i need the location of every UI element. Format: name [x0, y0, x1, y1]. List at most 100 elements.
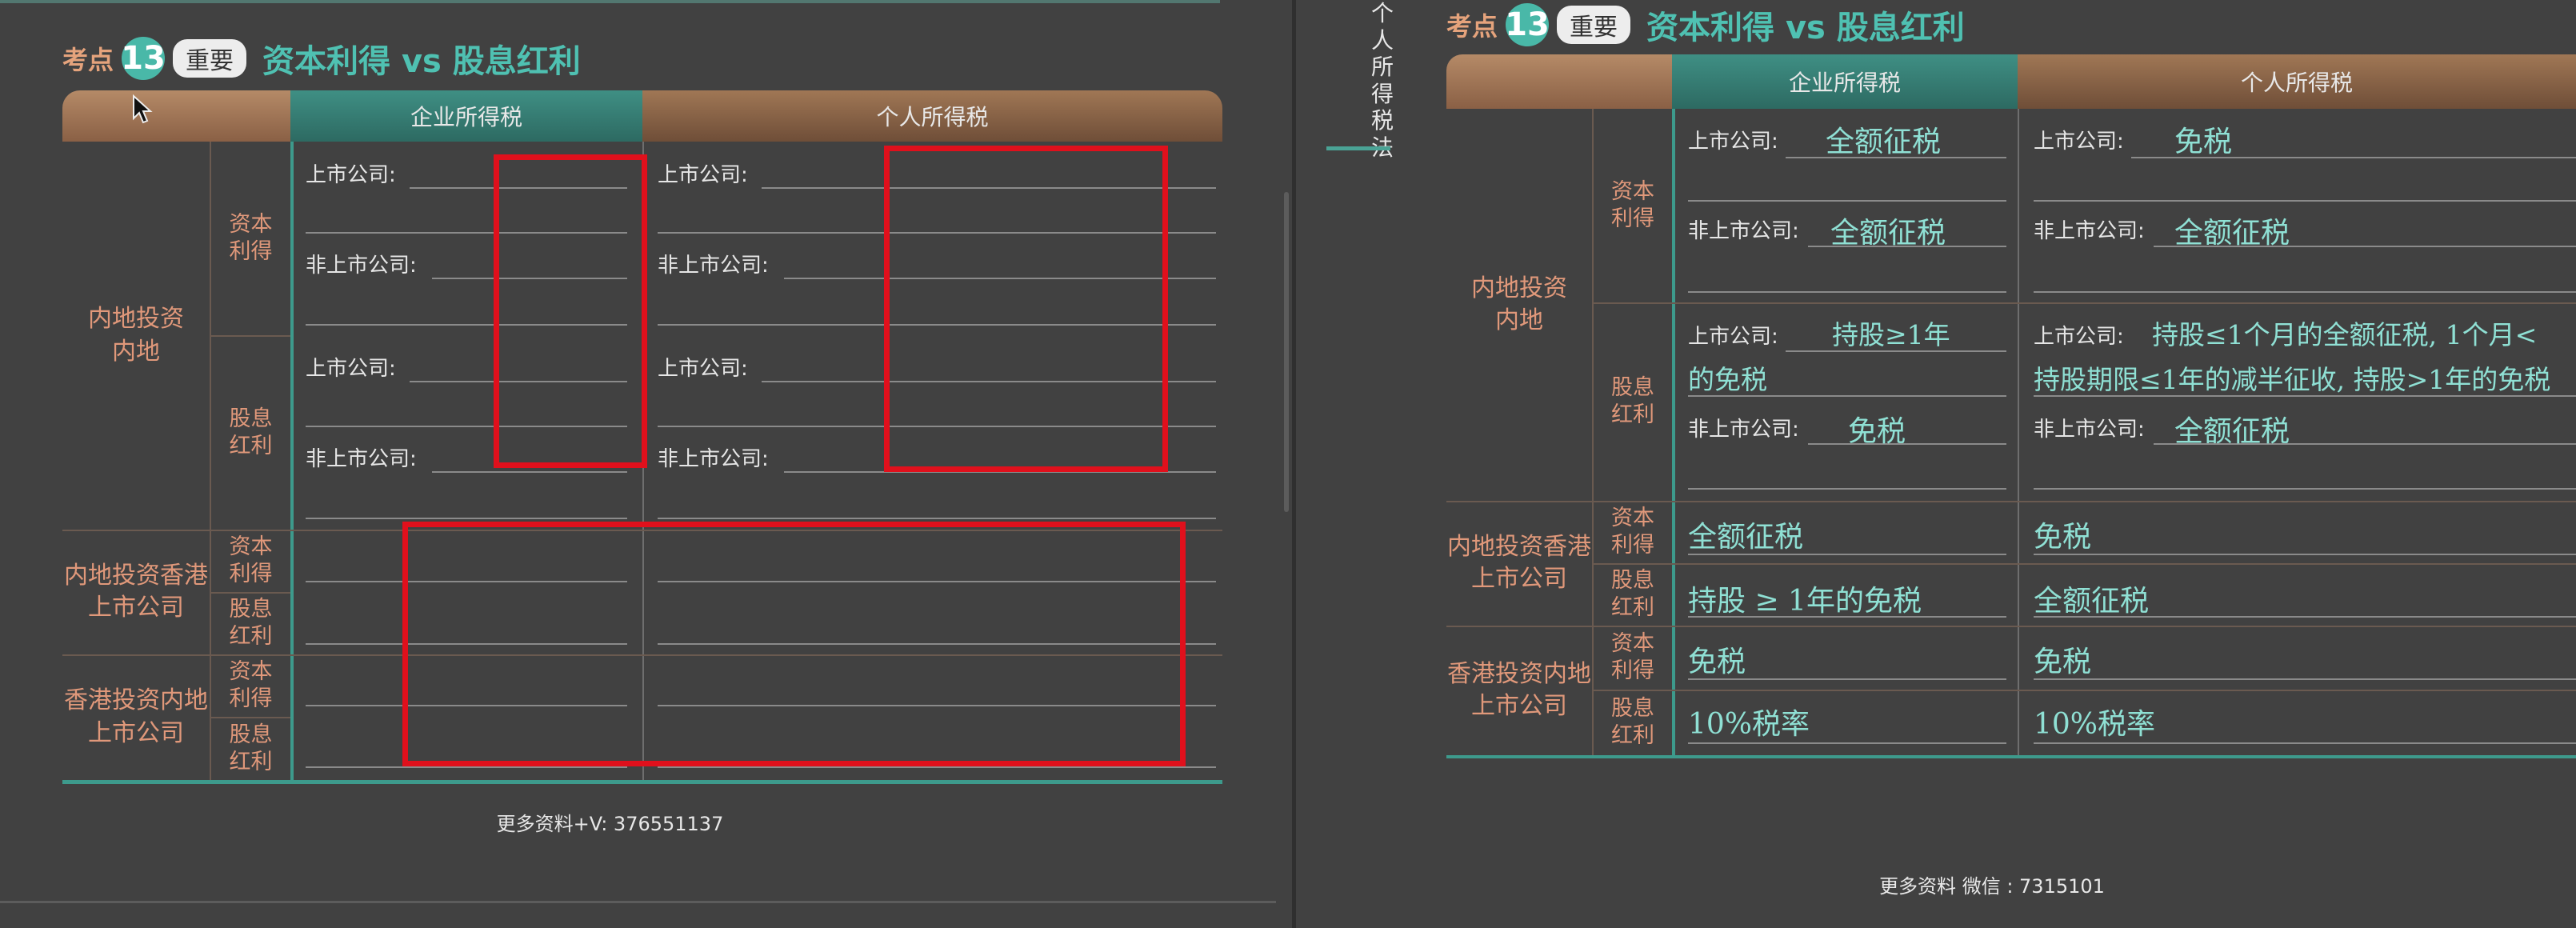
red-annotation-box-1	[494, 154, 647, 468]
left-corp-div-listed-label: 上市公司:	[306, 357, 396, 381]
left-hline-sub	[210, 335, 290, 337]
left-ind-cap-unlisted-label: 非上市公司:	[658, 254, 769, 278]
right-group-3: 香港投资内地上市公司	[1447, 659, 1591, 721]
left-hline-sub3	[210, 717, 290, 718]
left-group-1: 内地投资内地	[88, 305, 184, 366]
topic-number: 13	[1505, 3, 1550, 46]
right-footer-contact: 更多资料 微信 : 7315101	[1879, 875, 2105, 898]
left-sub-capital-1: 资本利得	[229, 212, 273, 264]
left-table-bottom	[62, 780, 1222, 784]
left-bottom-border	[0, 901, 1276, 903]
mouse-cursor-icon	[133, 94, 153, 124]
answer-hk-corp-dividend: 持股 ≥ 1年的免税	[1688, 585, 1922, 618]
answer-mk-corp-capital: 免税	[1688, 646, 1746, 678]
importance-badge: 重要	[1557, 6, 1631, 44]
answer-corp-cap-unlisted: 全额征税	[1830, 217, 1946, 250]
right-sub-dividend-3: 股息红利	[1611, 696, 1654, 748]
answer-ind-cap-listed: 免税	[2174, 126, 2233, 158]
left-blank-line	[658, 766, 1216, 768]
answer-ind-div-listed-line1: 持股≤1个月的全额征税, 1个月<	[2152, 319, 2538, 350]
answer-hk-ind-capital: 免税	[2034, 521, 2092, 554]
red-annotation-box-2	[884, 146, 1168, 472]
right-sub-capital-3: 资本利得	[1611, 631, 1654, 683]
left-topic-header: 考点 13 重要 资本利得 vs 股息红利	[62, 35, 581, 82]
answer-corp-cap-listed: 全额征税	[1826, 126, 1942, 158]
topic-title: 资本利得 vs 股息红利	[262, 43, 581, 80]
right-hline-sub	[1592, 302, 2576, 304]
answer-ind-cap-unlisted: 全额征税	[2174, 217, 2290, 250]
left-sub-dividend-3: 股息红利	[229, 722, 273, 774]
right-blank-line	[1688, 742, 2006, 744]
right-group-2: 内地投资香港上市公司	[1447, 532, 1591, 594]
right-corp-cap-listed-label: 上市公司:	[1688, 130, 1778, 154]
right-table-bottom	[1446, 755, 2576, 758]
right-corp-cap-unlisted-label: 非上市公司:	[1688, 219, 1799, 243]
left-blank-line	[306, 518, 627, 519]
right-blank-line	[1688, 291, 2006, 293]
left-scrollbar[interactable]	[1284, 192, 1289, 512]
left-ind-div-listed-label: 上市公司:	[658, 357, 748, 381]
answer-ind-div-unlisted: 全额征税	[2174, 415, 2290, 448]
side-tab-underline	[1326, 146, 1390, 150]
left-group-2: 内地投资香港上市公司	[64, 561, 208, 622]
left-sub-capital-3: 资本利得	[229, 659, 273, 711]
left-footer-contact: 更多资料+V: 376551137	[496, 813, 724, 835]
left-hline-sub2	[210, 592, 290, 594]
answer-hk-ind-dividend: 全额征税	[2034, 585, 2150, 618]
left-sub-dividend-2: 股息红利	[229, 597, 273, 649]
right-blank-line	[1688, 200, 2006, 202]
right-ind-div-listed-label: 上市公司:	[2034, 325, 2124, 349]
right-sub-dividend-2: 股息红利	[1611, 568, 1654, 620]
left-col-header-indiv: 个人所得税	[642, 90, 1222, 142]
left-blank-line	[432, 471, 627, 473]
right-blank-line	[1808, 443, 2006, 445]
red-annotation-box-3	[402, 522, 1186, 766]
side-tab-title[interactable]: 个人所得税法	[1370, 0, 1395, 162]
left-col-header-corp: 企业所得税	[290, 90, 642, 142]
right-ind-cap-unlisted-label: 非上市公司:	[2034, 219, 2145, 243]
answer-hk-corp-capital: 全额征税	[1688, 521, 1804, 554]
topic-prefix: 考点	[62, 45, 114, 75]
right-col-header-indiv: 个人所得税	[2018, 54, 2576, 109]
answer-mk-ind-capital: 免税	[2034, 646, 2092, 678]
topic-prefix: 考点	[1446, 11, 1498, 42]
right-hline-sub3	[1592, 690, 2576, 691]
right-blank-line	[1688, 488, 2006, 490]
left-corp-cap-listed-label: 上市公司:	[306, 163, 396, 187]
left-table-corner	[62, 90, 290, 142]
right-blank-line	[2034, 291, 2576, 293]
left-ind-cap-listed-label: 上市公司:	[658, 163, 748, 187]
answer-corp-div-listed-line1: 持股≥1年	[1832, 319, 1950, 350]
topic-number: 13	[121, 37, 166, 80]
left-blank-line	[658, 518, 1216, 519]
left-sub-capital-2: 资本利得	[229, 534, 273, 586]
right-ind-div-unlisted-label: 非上市公司:	[2034, 418, 2145, 442]
right-vline-3	[2018, 109, 2019, 757]
top-accent-line	[0, 0, 1220, 3]
right-blank-line	[2034, 554, 2576, 555]
left-group-3: 香港投资内地上市公司	[64, 686, 208, 747]
answer-mk-corp-dividend: 10%税率	[1688, 708, 1810, 741]
left-sub-dividend-1: 股息红利	[229, 406, 273, 458]
right-table-corner	[1446, 54, 1672, 109]
answer-ind-div-listed-line2: 持股期限≤1年的减半征收, 持股>1年的免税	[2034, 364, 2551, 395]
right-blank-line	[2034, 200, 2576, 202]
left-vline-2	[290, 142, 294, 782]
right-corp-div-unlisted-label: 非上市公司:	[1688, 418, 1799, 442]
right-col-header-corp: 企业所得税	[1672, 54, 2018, 109]
topic-title: 资本利得 vs 股息红利	[1646, 10, 1965, 46]
right-corp-div-listed-label: 上市公司:	[1688, 325, 1778, 349]
right-group-1: 内地投资内地	[1471, 274, 1567, 335]
right-topic-header: 考点 13 重要 资本利得 vs 股息红利	[1446, 2, 1965, 48]
right-blank-line	[2034, 678, 2576, 680]
left-corp-cap-unlisted-label: 非上市公司:	[306, 254, 417, 278]
right-hline-sub2	[1592, 563, 2576, 565]
right-sub-dividend-1: 股息红利	[1611, 375, 1654, 427]
right-sub-capital-1: 资本利得	[1611, 179, 1654, 231]
left-corp-div-unlisted-label: 非上市公司:	[306, 447, 417, 471]
answer-corp-div-listed-line2: 的免税	[1688, 364, 1767, 395]
right-sub-capital-2: 资本利得	[1611, 506, 1654, 558]
left-ind-div-unlisted-label: 非上市公司:	[658, 447, 769, 471]
answer-mk-ind-dividend: 10%税率	[2034, 708, 2156, 741]
answer-corp-div-unlisted: 免税	[1848, 415, 1906, 448]
